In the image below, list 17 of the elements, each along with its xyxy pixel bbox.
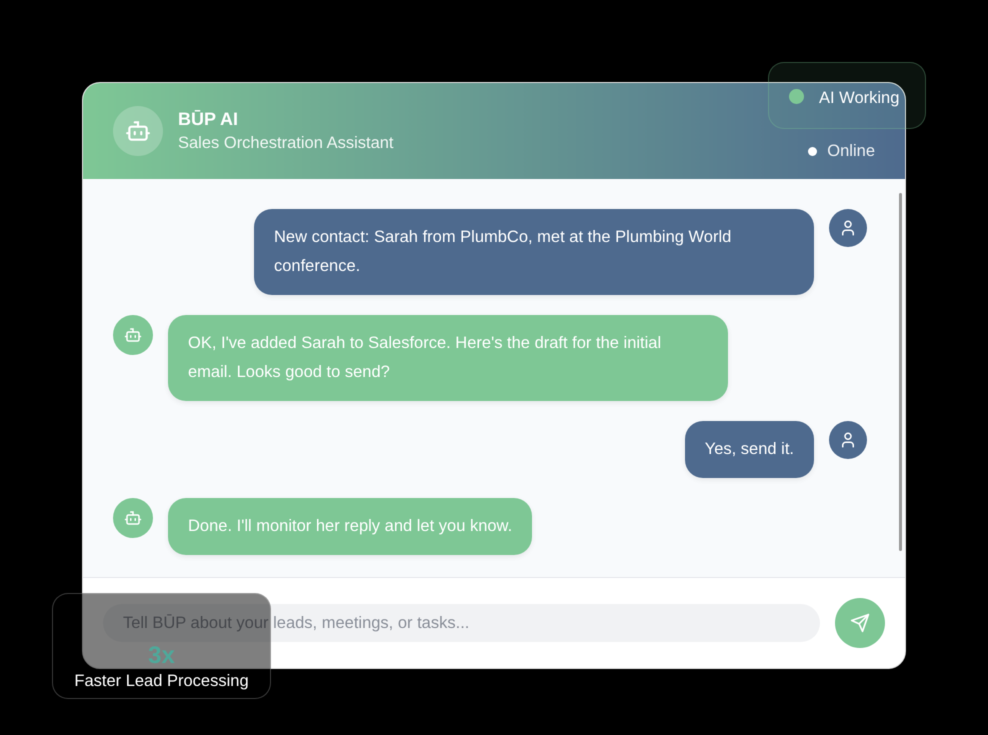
robot-icon bbox=[124, 509, 142, 527]
message-bubble: Done. I'll monitor her reply and let you know. bbox=[168, 498, 532, 555]
assistant-name: BŪP AI bbox=[178, 109, 240, 130]
user-icon bbox=[839, 219, 857, 237]
assistant-subtitle: Sales Orchestration Assistant bbox=[178, 134, 395, 153]
send-icon bbox=[850, 613, 870, 633]
message-bubble: Yes, send it. bbox=[684, 421, 814, 478]
message-bubble: OK, I've added Sarah to Salesforce. Here's the draft for the initial email. Looks good to send? bbox=[168, 315, 728, 401]
message-bubble: New contact: Sarah from PlumbCo, met at the Plumbing World conference. bbox=[254, 209, 814, 295]
stat-label: Faster Lead Processing bbox=[74, 672, 249, 690]
status-text: Online bbox=[827, 142, 875, 160]
send-button[interactable] bbox=[835, 598, 885, 648]
status-label: AI Working bbox=[819, 88, 900, 108]
user-icon bbox=[839, 431, 857, 449]
status-dot-icon bbox=[808, 146, 818, 156]
scrollbar[interactable] bbox=[899, 193, 902, 551]
robot-icon bbox=[124, 326, 142, 344]
